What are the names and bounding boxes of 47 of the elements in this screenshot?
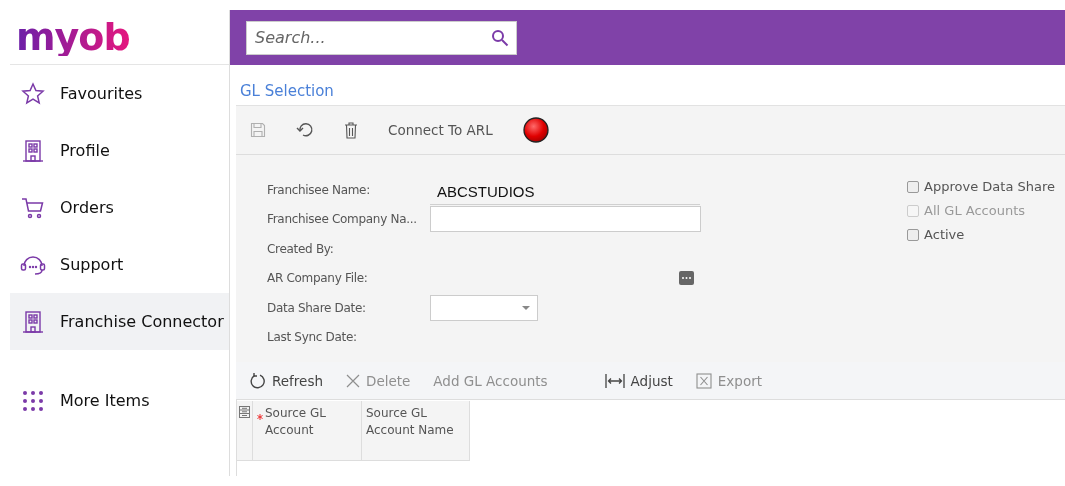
adjust-button[interactable]: Adjust xyxy=(604,372,673,389)
field-label: Franchisee Company Na... xyxy=(267,212,418,227)
grid-dots-icon xyxy=(20,389,46,412)
checkbox-label: Active xyxy=(924,227,965,242)
field-label: AR Company File: xyxy=(267,271,369,286)
undo-icon xyxy=(296,122,314,138)
sidebar-item[interactable]: Support xyxy=(10,236,229,293)
input-field[interactable] xyxy=(430,206,701,233)
sidebar-item[interactable]: Favourites xyxy=(10,65,229,122)
sidebar-item[interactable]: Franchise Connector xyxy=(10,293,229,350)
undo-button[interactable] xyxy=(296,122,314,138)
checkbox[interactable] xyxy=(907,228,920,241)
column-header[interactable]: Source GL Account Name xyxy=(366,405,465,460)
checkbox-label: Approve Data Share xyxy=(924,179,1055,194)
search-icon xyxy=(491,28,509,47)
caret-icon xyxy=(522,305,530,310)
dots-icon xyxy=(681,276,692,281)
more-button[interactable] xyxy=(679,271,694,286)
columns-icon[interactable] xyxy=(239,406,250,418)
refresh-icon xyxy=(250,372,266,389)
checkbox[interactable] xyxy=(907,180,920,193)
building-icon xyxy=(20,309,46,334)
checkbox-label: All GL Accounts xyxy=(924,203,1026,218)
field-label: Last Sync Date: xyxy=(267,330,358,345)
fit-width-icon xyxy=(604,372,625,389)
trash-icon xyxy=(344,121,358,139)
close-icon xyxy=(346,373,360,388)
toolbar-button[interactable]: Connect To ARL xyxy=(388,122,493,138)
cart-icon xyxy=(20,195,46,220)
field-label: Created By: xyxy=(267,241,335,256)
field-label: Franchisee Name: xyxy=(267,182,371,197)
sidebar-item[interactable]: Orders xyxy=(10,179,229,236)
delete-button[interactable] xyxy=(344,121,358,139)
column-header[interactable]: Source GL Account xyxy=(265,405,357,460)
search-field[interactable]: Search... xyxy=(246,20,517,55)
star-icon xyxy=(20,81,46,106)
date-dropdown[interactable] xyxy=(430,294,538,321)
field-value: ABCSTUDIOS xyxy=(430,178,700,205)
refresh-button[interactable]: Refresh xyxy=(250,372,323,389)
field-label: Data Share Date: xyxy=(267,300,367,315)
sidebar-item[interactable]: More Items xyxy=(10,372,229,429)
status-light-icon xyxy=(522,117,549,143)
spreadsheet-icon xyxy=(695,372,712,389)
save-icon xyxy=(250,122,266,138)
building-icon xyxy=(20,138,46,163)
sidebar-item[interactable]: Profile xyxy=(10,122,229,179)
page-title: GL Selection xyxy=(239,81,334,102)
